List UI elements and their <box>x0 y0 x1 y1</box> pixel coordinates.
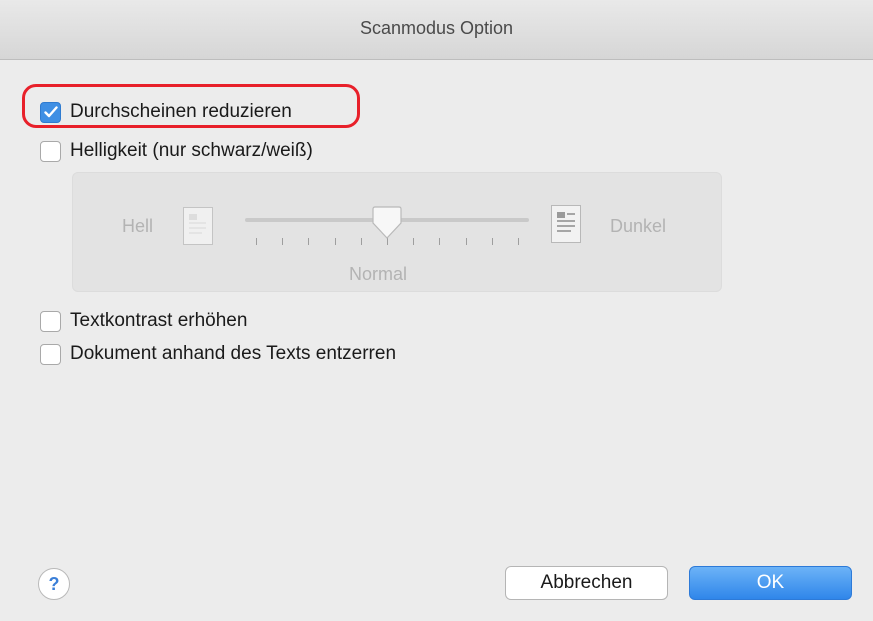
slider-tick <box>492 238 493 245</box>
title-bar: Scanmodus Option <box>0 0 873 60</box>
option-brightness[interactable]: Helligkeit (nur schwarz/weiß) <box>40 138 313 164</box>
slider-tick <box>282 238 283 245</box>
text-contrast-label: Textkontrast erhöhen <box>70 310 248 331</box>
cancel-button[interactable]: Abbrechen <box>505 566 668 600</box>
deskew-by-text-checkbox[interactable] <box>40 343 61 365</box>
slider-tick <box>335 238 336 245</box>
slider-tick <box>439 238 440 245</box>
slider-tick <box>413 238 414 245</box>
ok-button[interactable]: OK <box>689 566 852 600</box>
question-icon: ? <box>48 573 60 594</box>
cancel-button-label: Abbrechen <box>540 572 633 593</box>
light-document-icon <box>183 207 213 245</box>
option-deskew-by-text[interactable]: Dokument anhand des Texts entzerren <box>40 341 396 367</box>
slider-tick <box>361 238 362 245</box>
brightness-checkbox[interactable] <box>40 140 61 162</box>
brightness-normal-label: Normal <box>349 264 408 284</box>
slider-tick <box>518 238 519 245</box>
slider-tick <box>466 238 467 245</box>
deskew-by-text-label: Dokument anhand des Texts entzerren <box>70 343 397 364</box>
brightness-dark-label: Dunkel <box>610 216 667 236</box>
option-text-contrast[interactable]: Textkontrast erhöhen <box>40 308 247 334</box>
help-button[interactable]: ? <box>38 568 70 600</box>
scan-mode-options-dialog: Scanmodus Option Durchscheinen reduziere… <box>0 0 873 621</box>
slider-tick <box>256 238 257 245</box>
window-title: Scanmodus Option <box>359 18 514 38</box>
ok-button-label: OK <box>756 572 785 593</box>
brightness-light-label: Hell <box>122 216 154 236</box>
text-contrast-checkbox[interactable] <box>40 310 61 332</box>
brightness-slider-thumb[interactable] <box>372 206 402 240</box>
dark-document-icon <box>551 205 581 243</box>
slider-tick <box>308 238 309 245</box>
brightness-label: Helligkeit (nur schwarz/weiß) <box>70 140 313 161</box>
highlight-annotation <box>22 84 360 128</box>
